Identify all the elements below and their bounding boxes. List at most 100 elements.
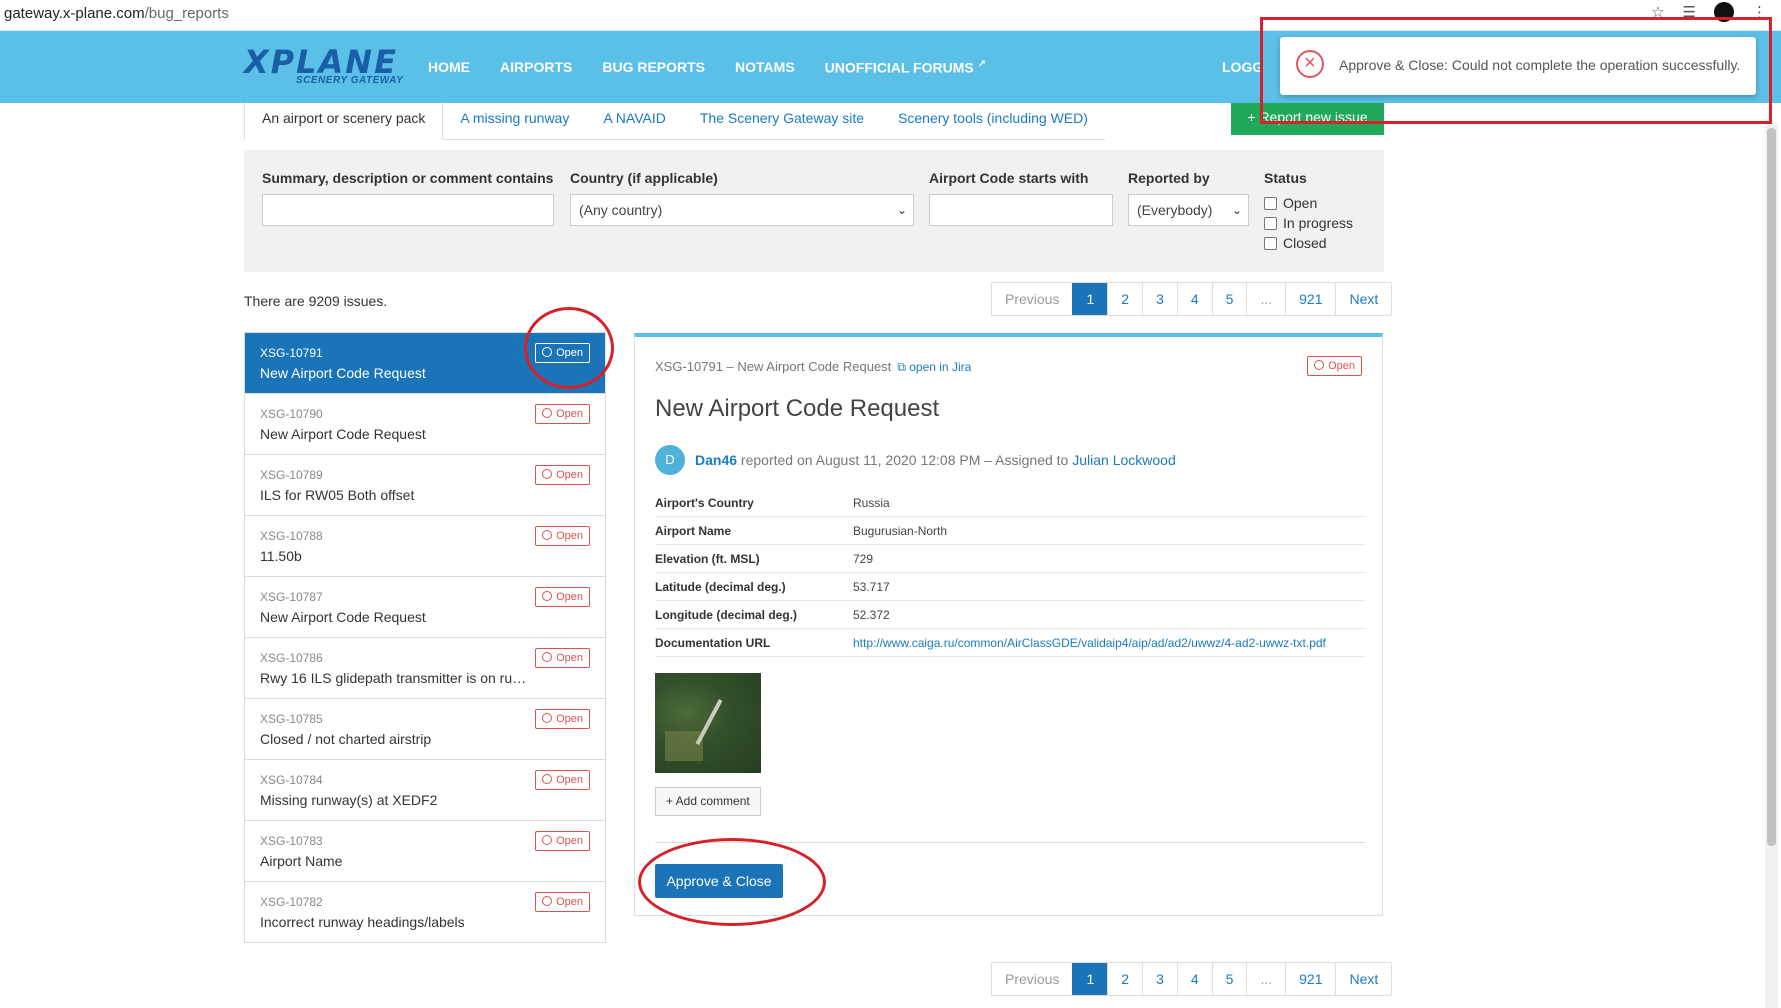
page-4[interactable]: 4: [1176, 963, 1212, 995]
page-4[interactable]: 4: [1176, 283, 1212, 315]
tab-navaid[interactable]: A NAVAID: [586, 103, 683, 139]
page-3[interactable]: 3: [1142, 963, 1177, 995]
page-1[interactable]: 1: [1072, 283, 1108, 315]
issue-id: XSG-10788: [260, 529, 323, 543]
page-next[interactable]: Next: [1335, 283, 1391, 315]
status-badge: Open: [535, 648, 590, 668]
checkbox-icon[interactable]: [1264, 196, 1277, 210]
external-link-icon: ⧉: [897, 360, 906, 374]
reported-by-select[interactable]: (Everybody) ⌄: [1128, 194, 1249, 226]
page-previous[interactable]: Previous: [992, 283, 1072, 315]
country-select[interactable]: (Any country) ⌄: [570, 194, 914, 226]
detail-id-line: XSG-10791 – New Airport Code Request ⧉ op…: [655, 359, 972, 374]
pagination-bottom: Previous 1 2 3 4 5 ... 921 Next: [991, 962, 1393, 996]
nav-bug-reports[interactable]: BUG REPORTS: [602, 59, 705, 76]
nav-airports[interactable]: AIRPORTS: [500, 59, 572, 76]
table-row: Documentation URL http://www.caiga.ru/com…: [655, 628, 1365, 657]
detail-status-badge: Open: [1307, 356, 1362, 376]
documentation-url-link[interactable]: http://www.caiga.ru/common/AirClassGDE/v…: [853, 636, 1326, 650]
table-row: Airport Name Bugurusian-North: [655, 516, 1365, 545]
list-item[interactable]: XSG-10785 Closed / not charted airstrip …: [245, 698, 605, 759]
issue-title: Missing runway(s) at XEDF2: [260, 792, 438, 808]
annotation-circle-approve: [638, 838, 826, 926]
list-item[interactable]: XSG-10787 New Airport Code Request Open: [245, 576, 605, 637]
page-1[interactable]: 1: [1072, 963, 1108, 995]
runway-strip: [695, 698, 723, 746]
field-key: Longitude (decimal deg.): [655, 600, 853, 629]
field-key: Latitude (decimal deg.): [655, 572, 853, 601]
page-5[interactable]: 5: [1211, 283, 1247, 315]
status-badge: Open: [535, 404, 590, 424]
clock-icon: [542, 774, 553, 784]
tab-airport-scenery-pack[interactable]: An airport or scenery pack: [244, 103, 444, 140]
page-ellipsis: ...: [1246, 963, 1285, 995]
clock-icon: [1314, 360, 1325, 370]
reporter-link[interactable]: Dan46: [695, 452, 737, 468]
status-badge: Open: [535, 587, 590, 607]
list-item[interactable]: XSG-10788 11.50b Open: [245, 515, 605, 576]
scrollbar-thumb[interactable]: [1767, 128, 1776, 846]
status-label: Status: [1264, 170, 1307, 186]
status-badge: Open: [535, 465, 590, 485]
page-ellipsis: ...: [1246, 283, 1285, 315]
status-open-checkbox[interactable]: Open: [1264, 195, 1317, 211]
field-value: Russia: [853, 489, 1365, 517]
list-item[interactable]: XSG-10790 New Airport Code Request Open: [245, 393, 605, 454]
open-in-jira-link[interactable]: ⧉ open in Jira: [897, 360, 971, 374]
avatar: D: [655, 445, 685, 475]
nav-home[interactable]: HOME: [428, 59, 470, 76]
summary-filter-input[interactable]: [262, 194, 554, 226]
nav-unofficial-forums[interactable]: UNOFFICIAL FORUMS ↗: [825, 59, 986, 76]
tab-scenery-gateway-site[interactable]: The Scenery Gateway site: [683, 103, 881, 139]
page-scrollbar[interactable]: [1765, 124, 1778, 1008]
status-badge: Open: [535, 709, 590, 729]
list-item[interactable]: XSG-10784 Missing runway(s) at XEDF2 Ope…: [245, 759, 605, 820]
page-5[interactable]: 5: [1211, 963, 1247, 995]
field-value: Bugurusian-North: [853, 516, 1365, 545]
field-value: 53.717: [853, 572, 1365, 601]
page-previous[interactable]: Previous: [992, 963, 1072, 995]
page-2[interactable]: 2: [1107, 963, 1142, 995]
airport-code-label: Airport Code starts with: [929, 170, 1089, 186]
xplane-logo[interactable]: XPLANE SCENERY GATEWAY: [244, 45, 404, 91]
field-patch: [665, 731, 703, 761]
checkbox-icon[interactable]: [1264, 216, 1277, 230]
assignee-link[interactable]: Julian Lockwood: [1072, 452, 1176, 468]
add-comment-button[interactable]: + Add comment: [655, 787, 761, 816]
issue-id: XSG-10790: [260, 407, 323, 421]
checkbox-icon[interactable]: [1264, 236, 1277, 250]
reported-by-label: Reported by: [1128, 170, 1210, 186]
list-item[interactable]: XSG-10789 ILS for RW05 Both offset Open: [245, 454, 605, 515]
nav-notams[interactable]: NOTAMS: [735, 59, 795, 76]
page-921[interactable]: 921: [1285, 963, 1335, 995]
url-text[interactable]: gateway.x-plane.com/bug_reports: [4, 5, 229, 22]
tab-scenery-tools[interactable]: Scenery tools (including WED): [881, 103, 1105, 139]
status-closed-checkbox[interactable]: Closed: [1264, 235, 1327, 251]
chevron-down-icon: ⌄: [1231, 203, 1242, 217]
error-toast[interactable]: × Approve & Close: Could not complete th…: [1280, 37, 1756, 95]
issue-detail-panel: XSG-10791 – New Airport Code Request ⧉ op…: [634, 333, 1383, 916]
issue-title: Closed / not charted airstrip: [260, 731, 432, 747]
airport-code-input[interactable]: [929, 194, 1113, 226]
annotation-circle-badge: [524, 307, 614, 389]
issue-id: XSG-10783: [260, 834, 323, 848]
list-item[interactable]: XSG-10786 Rwy 16 ILS glidepath transmitt…: [245, 637, 605, 698]
table-row: Elevation (ft. MSL) 729: [655, 544, 1365, 573]
issue-title: Rwy 16 ILS glidepath transmitter is on r…: [260, 670, 530, 686]
clock-icon: [542, 408, 553, 418]
page-921[interactable]: 921: [1285, 283, 1335, 315]
list-item[interactable]: XSG-10783 Airport Name Open: [245, 820, 605, 881]
satellite-thumbnail[interactable]: [655, 673, 761, 773]
page-3[interactable]: 3: [1142, 283, 1177, 315]
tab-missing-runway[interactable]: A missing runway: [443, 103, 586, 139]
list-item[interactable]: XSG-10782 Incorrect runway headings/labe…: [245, 881, 605, 942]
field-key: Documentation URL: [655, 628, 853, 657]
page-next[interactable]: Next: [1335, 963, 1391, 995]
page-2[interactable]: 2: [1107, 283, 1142, 315]
logged-in-menu[interactable]: LOGG: [1222, 59, 1263, 75]
table-row: Longitude (decimal deg.) 52.372: [655, 600, 1365, 629]
status-in-progress-checkbox[interactable]: In progress: [1264, 215, 1353, 231]
chevron-down-icon: ⌄: [896, 203, 907, 217]
status-badge: Open: [535, 831, 590, 851]
external-link-icon: ↗: [977, 59, 987, 70]
